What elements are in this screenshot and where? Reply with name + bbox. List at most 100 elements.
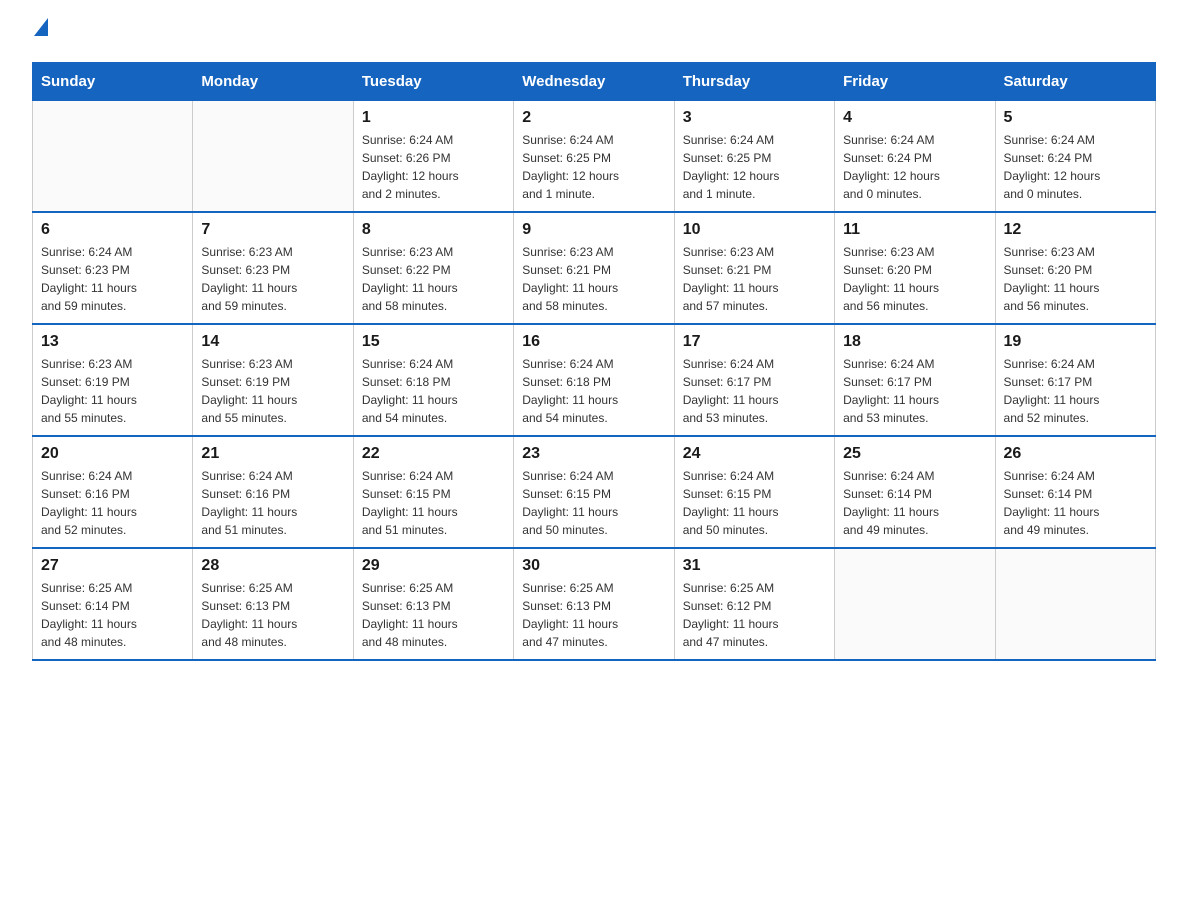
day-info: Sunrise: 6:25 AM Sunset: 6:12 PM Dayligh…	[683, 579, 826, 651]
day-info: Sunrise: 6:25 AM Sunset: 6:13 PM Dayligh…	[522, 579, 665, 651]
calendar-cell: 20 Sunrise: 6:24 AM Sunset: 6:16 PM Dayli…	[33, 436, 193, 548]
logo-arrow-icon	[34, 18, 48, 36]
day-number: 5	[1004, 109, 1147, 127]
day-number: 22	[362, 445, 505, 463]
calendar-week-row: 20 Sunrise: 6:24 AM Sunset: 6:16 PM Dayli…	[33, 436, 1156, 548]
day-number: 11	[843, 221, 986, 239]
day-info: Sunrise: 6:23 AM Sunset: 6:21 PM Dayligh…	[522, 243, 665, 315]
day-number: 2	[522, 109, 665, 127]
day-info: Sunrise: 6:24 AM Sunset: 6:15 PM Dayligh…	[362, 467, 505, 539]
day-info: Sunrise: 6:24 AM Sunset: 6:18 PM Dayligh…	[522, 355, 665, 427]
days-of-week-row: SundayMondayTuesdayWednesdayThursdayFrid…	[33, 63, 1156, 101]
day-info: Sunrise: 6:24 AM Sunset: 6:18 PM Dayligh…	[362, 355, 505, 427]
day-info: Sunrise: 6:24 AM Sunset: 6:15 PM Dayligh…	[522, 467, 665, 539]
calendar-cell: 28 Sunrise: 6:25 AM Sunset: 6:13 PM Dayli…	[193, 548, 353, 660]
calendar-cell: 9 Sunrise: 6:23 AM Sunset: 6:21 PM Daylig…	[514, 212, 674, 324]
calendar-cell: 10 Sunrise: 6:23 AM Sunset: 6:21 PM Dayli…	[674, 212, 834, 324]
day-number: 17	[683, 333, 826, 351]
day-number: 6	[41, 221, 184, 239]
day-info: Sunrise: 6:23 AM Sunset: 6:19 PM Dayligh…	[201, 355, 344, 427]
day-info: Sunrise: 6:25 AM Sunset: 6:13 PM Dayligh…	[362, 579, 505, 651]
day-info: Sunrise: 6:24 AM Sunset: 6:14 PM Dayligh…	[1004, 467, 1147, 539]
calendar-week-row: 27 Sunrise: 6:25 AM Sunset: 6:14 PM Dayli…	[33, 548, 1156, 660]
day-number: 23	[522, 445, 665, 463]
day-info: Sunrise: 6:24 AM Sunset: 6:24 PM Dayligh…	[1004, 131, 1147, 203]
day-number: 1	[362, 109, 505, 127]
day-info: Sunrise: 6:23 AM Sunset: 6:23 PM Dayligh…	[201, 243, 344, 315]
day-info: Sunrise: 6:23 AM Sunset: 6:21 PM Dayligh…	[683, 243, 826, 315]
day-info: Sunrise: 6:24 AM Sunset: 6:14 PM Dayligh…	[843, 467, 986, 539]
calendar-cell: 24Sunrise: 6:24 AM Sunset: 6:15 PM Dayli…	[674, 436, 834, 548]
calendar-body: 1 Sunrise: 6:24 AM Sunset: 6:26 PM Daylig…	[33, 101, 1156, 661]
day-of-week-monday: Monday	[193, 63, 353, 101]
day-number: 29	[362, 557, 505, 575]
day-number: 16	[522, 333, 665, 351]
calendar-cell	[33, 101, 193, 213]
calendar-cell: 2 Sunrise: 6:24 AM Sunset: 6:25 PM Daylig…	[514, 101, 674, 213]
day-number: 9	[522, 221, 665, 239]
day-info: Sunrise: 6:23 AM Sunset: 6:19 PM Dayligh…	[41, 355, 184, 427]
calendar-cell: 4Sunrise: 6:24 AM Sunset: 6:24 PM Daylig…	[835, 101, 995, 213]
calendar-cell: 22 Sunrise: 6:24 AM Sunset: 6:15 PM Dayli…	[353, 436, 513, 548]
day-info: Sunrise: 6:24 AM Sunset: 6:17 PM Dayligh…	[843, 355, 986, 427]
day-info: Sunrise: 6:23 AM Sunset: 6:20 PM Dayligh…	[843, 243, 986, 315]
calendar-cell: 8 Sunrise: 6:23 AM Sunset: 6:22 PM Daylig…	[353, 212, 513, 324]
calendar-cell: 29 Sunrise: 6:25 AM Sunset: 6:13 PM Dayli…	[353, 548, 513, 660]
calendar-cell: 31 Sunrise: 6:25 AM Sunset: 6:12 PM Dayli…	[674, 548, 834, 660]
day-info: Sunrise: 6:23 AM Sunset: 6:22 PM Dayligh…	[362, 243, 505, 315]
calendar-cell: 14 Sunrise: 6:23 AM Sunset: 6:19 PM Dayli…	[193, 324, 353, 436]
day-number: 30	[522, 557, 665, 575]
calendar-cell: 16 Sunrise: 6:24 AM Sunset: 6:18 PM Dayli…	[514, 324, 674, 436]
day-number: 20	[41, 445, 184, 463]
day-number: 18	[843, 333, 986, 351]
calendar-cell: 19Sunrise: 6:24 AM Sunset: 6:17 PM Dayli…	[995, 324, 1155, 436]
day-info: Sunrise: 6:24 AM Sunset: 6:17 PM Dayligh…	[683, 355, 826, 427]
day-number: 12	[1004, 221, 1147, 239]
calendar-cell: 5 Sunrise: 6:24 AM Sunset: 6:24 PM Daylig…	[995, 101, 1155, 213]
calendar-cell: 30 Sunrise: 6:25 AM Sunset: 6:13 PM Dayli…	[514, 548, 674, 660]
day-number: 31	[683, 557, 826, 575]
calendar-week-row: 6 Sunrise: 6:24 AM Sunset: 6:23 PM Daylig…	[33, 212, 1156, 324]
calendar-week-row: 13Sunrise: 6:23 AM Sunset: 6:19 PM Dayli…	[33, 324, 1156, 436]
calendar-week-row: 1 Sunrise: 6:24 AM Sunset: 6:26 PM Daylig…	[33, 101, 1156, 213]
calendar-cell: 12Sunrise: 6:23 AM Sunset: 6:20 PM Dayli…	[995, 212, 1155, 324]
calendar-cell: 17 Sunrise: 6:24 AM Sunset: 6:17 PM Dayli…	[674, 324, 834, 436]
day-number: 15	[362, 333, 505, 351]
day-number: 27	[41, 557, 184, 575]
day-number: 3	[683, 109, 826, 127]
day-of-week-saturday: Saturday	[995, 63, 1155, 101]
day-of-week-thursday: Thursday	[674, 63, 834, 101]
day-info: Sunrise: 6:25 AM Sunset: 6:14 PM Dayligh…	[41, 579, 184, 651]
day-number: 14	[201, 333, 344, 351]
day-info: Sunrise: 6:24 AM Sunset: 6:23 PM Dayligh…	[41, 243, 184, 315]
calendar-cell: 23 Sunrise: 6:24 AM Sunset: 6:15 PM Dayli…	[514, 436, 674, 548]
calendar-cell: 21Sunrise: 6:24 AM Sunset: 6:16 PM Dayli…	[193, 436, 353, 548]
calendar-cell: 15 Sunrise: 6:24 AM Sunset: 6:18 PM Dayli…	[353, 324, 513, 436]
header	[32, 24, 1156, 42]
calendar-cell: 25 Sunrise: 6:24 AM Sunset: 6:14 PM Dayli…	[835, 436, 995, 548]
calendar-table: SundayMondayTuesdayWednesdayThursdayFrid…	[32, 62, 1156, 661]
calendar-cell	[193, 101, 353, 213]
calendar-cell: 13Sunrise: 6:23 AM Sunset: 6:19 PM Dayli…	[33, 324, 193, 436]
day-info: Sunrise: 6:24 AM Sunset: 6:25 PM Dayligh…	[683, 131, 826, 203]
day-number: 25	[843, 445, 986, 463]
day-of-week-friday: Friday	[835, 63, 995, 101]
day-info: Sunrise: 6:24 AM Sunset: 6:25 PM Dayligh…	[522, 131, 665, 203]
day-number: 8	[362, 221, 505, 239]
logo	[32, 24, 48, 42]
day-info: Sunrise: 6:24 AM Sunset: 6:26 PM Dayligh…	[362, 131, 505, 203]
calendar-cell: 18 Sunrise: 6:24 AM Sunset: 6:17 PM Dayli…	[835, 324, 995, 436]
day-info: Sunrise: 6:24 AM Sunset: 6:24 PM Dayligh…	[843, 131, 986, 203]
day-number: 28	[201, 557, 344, 575]
day-number: 10	[683, 221, 826, 239]
calendar-cell: 27 Sunrise: 6:25 AM Sunset: 6:14 PM Dayli…	[33, 548, 193, 660]
calendar-cell: 1 Sunrise: 6:24 AM Sunset: 6:26 PM Daylig…	[353, 101, 513, 213]
day-of-week-tuesday: Tuesday	[353, 63, 513, 101]
day-info: Sunrise: 6:24 AM Sunset: 6:17 PM Dayligh…	[1004, 355, 1147, 427]
day-info: Sunrise: 6:24 AM Sunset: 6:16 PM Dayligh…	[41, 467, 184, 539]
calendar-cell: 3 Sunrise: 6:24 AM Sunset: 6:25 PM Daylig…	[674, 101, 834, 213]
calendar-cell: 7Sunrise: 6:23 AM Sunset: 6:23 PM Daylig…	[193, 212, 353, 324]
day-info: Sunrise: 6:24 AM Sunset: 6:16 PM Dayligh…	[201, 467, 344, 539]
day-number: 26	[1004, 445, 1147, 463]
day-info: Sunrise: 6:25 AM Sunset: 6:13 PM Dayligh…	[201, 579, 344, 651]
